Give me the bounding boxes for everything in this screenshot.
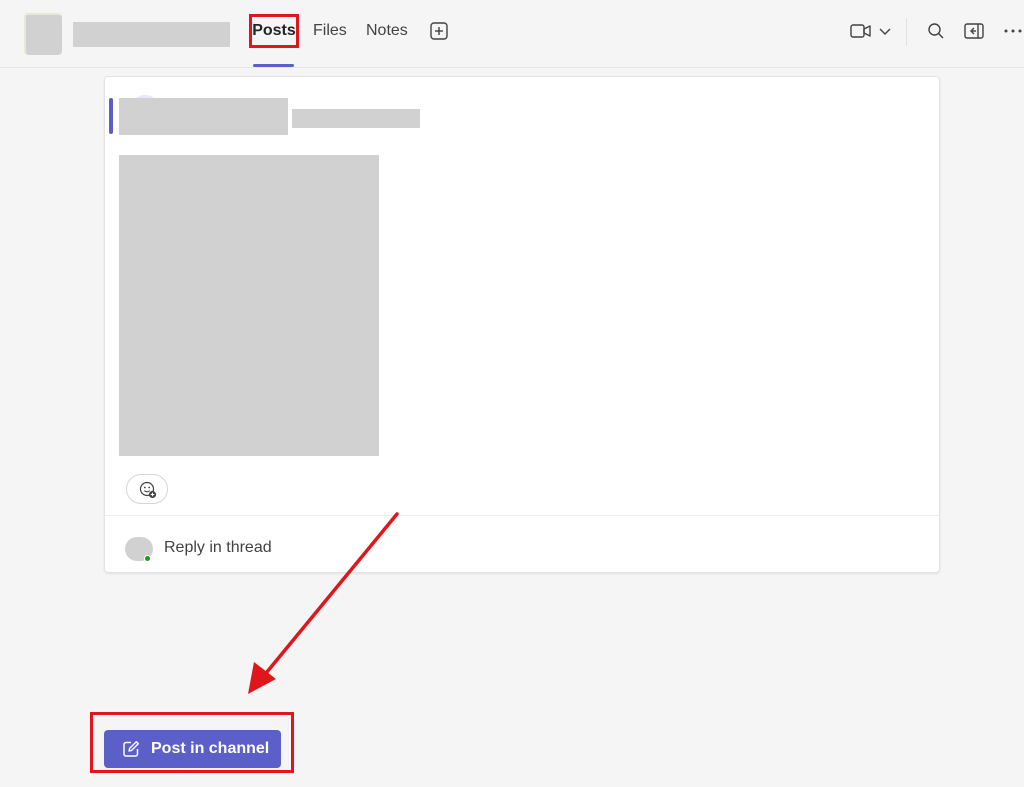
channel-name-redacted[interactable] — [73, 22, 230, 47]
compose-icon — [123, 741, 139, 757]
post-image-redacted[interactable] — [119, 155, 379, 456]
side-panel-icon[interactable] — [964, 22, 984, 40]
team-avatar[interactable] — [24, 13, 62, 55]
tab-posts[interactable]: Posts — [249, 14, 299, 48]
post-accent-bar — [109, 98, 113, 134]
tab-files[interactable]: Files — [313, 21, 347, 41]
reply-label: Reply in thread — [164, 539, 272, 556]
post-card: Reply in thread — [104, 76, 940, 573]
emoji-add-icon — [139, 481, 157, 499]
post-in-channel-label: Post in channel — [151, 740, 270, 757]
author-name-redacted[interactable] — [119, 98, 288, 135]
post-timestamp-redacted — [292, 109, 420, 128]
video-camera-icon[interactable] — [850, 23, 872, 39]
more-options-icon[interactable] — [1004, 29, 1022, 33]
channel-header: Posts Files Notes — [0, 0, 1024, 68]
plus-square-icon[interactable] — [430, 22, 448, 40]
card-divider — [105, 515, 939, 516]
selected-tab-indicator — [253, 64, 294, 67]
chevron-down-icon[interactable] — [878, 27, 892, 36]
reply-in-thread[interactable]: Reply in thread — [125, 535, 425, 563]
add-reaction-button[interactable] — [126, 474, 168, 504]
search-icon[interactable] — [927, 22, 945, 40]
presence-available-icon — [144, 555, 151, 562]
header-divider — [906, 18, 907, 46]
tab-notes[interactable]: Notes — [366, 21, 408, 41]
post-in-channel-button[interactable]: Post in channel — [104, 730, 281, 768]
